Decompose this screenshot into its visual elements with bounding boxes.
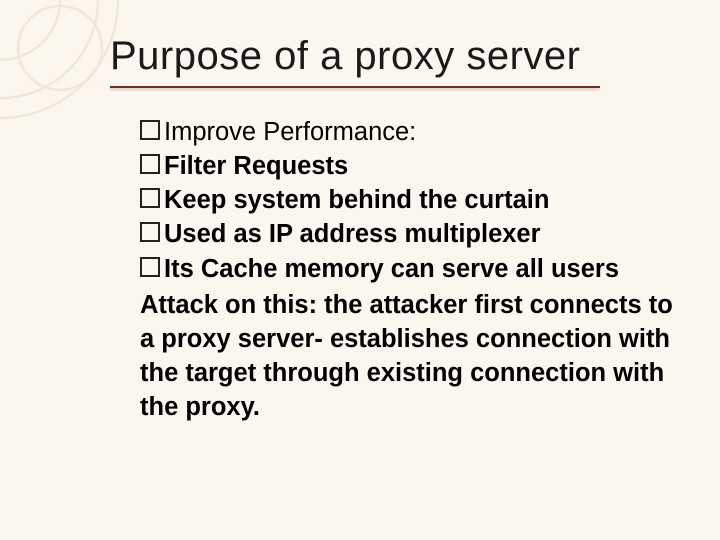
bullet-box-icon [140,120,160,140]
bullet-lead: Used [164,220,226,248]
title-underline [110,86,600,88]
bullet-rest: Cache memory can serve all users [194,255,619,283]
bullet-4: Used as IP address multiplexer [140,217,680,251]
bullet-lead: Filter [164,152,226,180]
bullet-rest: as IP address multiplexer [226,220,540,248]
bullet-1: Improve Performance: [140,115,680,149]
slide-body: Improve Performance: Filter Requests Kee… [140,115,680,424]
bullet-5: Its Cache memory can serve all users [140,252,680,286]
attack-paragraph: Attack on this: the attacker first conne… [140,288,680,425]
bullet-box-icon [140,154,160,174]
bullet-rest: Requests [226,152,348,180]
bullet-2: Filter Requests [140,149,680,183]
bullet-rest: system behind the curtain [226,186,549,214]
bullet-lead: Keep [164,186,226,214]
bullet-3: Keep system behind the curtain [140,183,680,217]
bullet-lead: Its [164,255,194,283]
bullet-lead: Improve [164,118,256,146]
bullet-box-icon [140,188,160,208]
bullet-box-icon [140,257,160,277]
bullet-box-icon [140,222,160,242]
bullet-rest: Performance: [256,118,416,146]
slide-title: Purpose of a proxy server [110,34,581,79]
